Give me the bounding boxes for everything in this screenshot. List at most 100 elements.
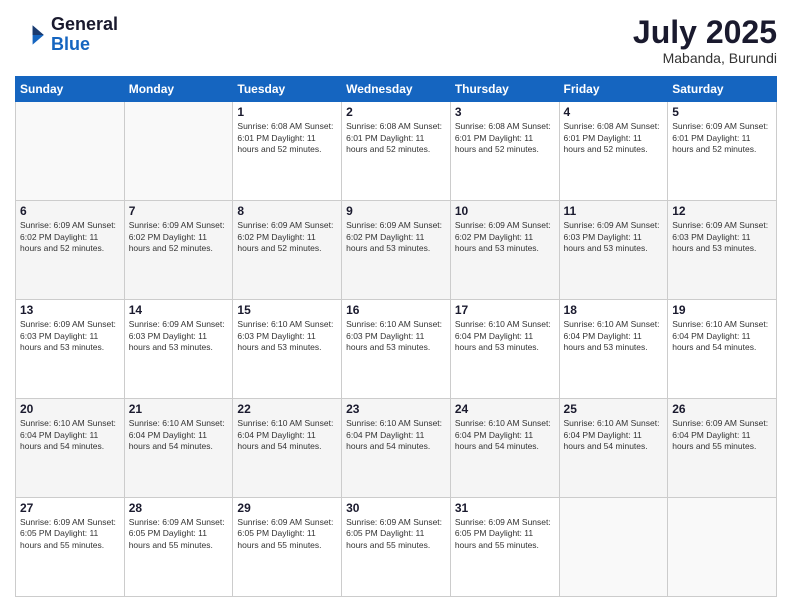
- calendar-cell: 1 Sunrise: 6:08 AM Sunset: 6:01 PM Daylig…: [233, 102, 342, 201]
- calendar-cell: [668, 498, 777, 597]
- day-info: Sunrise: 6:09 AM Sunset: 6:03 PM Dayligh…: [564, 220, 664, 254]
- day-of-week-header: Monday: [124, 77, 233, 102]
- day-number: 13: [20, 303, 120, 317]
- calendar-cell: 29 Sunrise: 6:09 AM Sunset: 6:05 PM Dayli…: [233, 498, 342, 597]
- day-info: Sunrise: 6:08 AM Sunset: 6:01 PM Dayligh…: [237, 121, 337, 155]
- day-number: 23: [346, 402, 446, 416]
- day-number: 14: [129, 303, 229, 317]
- day-number: 16: [346, 303, 446, 317]
- day-number: 10: [455, 204, 555, 218]
- day-info: Sunrise: 6:09 AM Sunset: 6:02 PM Dayligh…: [237, 220, 337, 254]
- calendar-cell: 27Sunrise: 6:09 AM Sunset: 6:05 PM Dayli…: [16, 498, 125, 597]
- calendar-cell: 19 Sunrise: 6:10 AM Sunset: 6:04 PM Dayli…: [668, 300, 777, 399]
- calendar-cell: 15 Sunrise: 6:10 AM Sunset: 6:03 PM Dayli…: [233, 300, 342, 399]
- day-info: Sunrise: 6:09 AM Sunset: 6:03 PM Dayligh…: [20, 319, 120, 353]
- day-info: Sunrise: 6:10 AM Sunset: 6:03 PM Dayligh…: [346, 319, 446, 353]
- day-number: 8: [237, 204, 337, 218]
- calendar-cell: 10 Sunrise: 6:09 AM Sunset: 6:02 PM Dayli…: [450, 201, 559, 300]
- calendar-cell: 22Sunrise: 6:10 AM Sunset: 6:04 PM Dayli…: [233, 399, 342, 498]
- day-info: Sunrise: 6:08 AM Sunset: 6:01 PM Dayligh…: [346, 121, 446, 155]
- month-year: July 2025: [633, 15, 777, 50]
- day-info: Sunrise: 6:10 AM Sunset: 6:04 PM Dayligh…: [672, 319, 772, 353]
- day-number: 17: [455, 303, 555, 317]
- calendar-cell: 20 Sunrise: 6:10 AM Sunset: 6:04 PM Dayli…: [16, 399, 125, 498]
- day-number: 5: [672, 105, 772, 119]
- calendar-week-row: 1 Sunrise: 6:08 AM Sunset: 6:01 PM Daylig…: [16, 102, 777, 201]
- calendar-week-row: 13 Sunrise: 6:09 AM Sunset: 6:03 PM Dayli…: [16, 300, 777, 399]
- day-number: 20: [20, 402, 120, 416]
- calendar-cell: 6 Sunrise: 6:09 AM Sunset: 6:02 PM Daylig…: [16, 201, 125, 300]
- calendar-cell: 21 Sunrise: 6:10 AM Sunset: 6:04 PM Dayli…: [124, 399, 233, 498]
- calendar-week-row: 6 Sunrise: 6:09 AM Sunset: 6:02 PM Daylig…: [16, 201, 777, 300]
- calendar-cell: [559, 498, 668, 597]
- calendar-header-row: SundayMondayTuesdayWednesdayThursdayFrid…: [16, 77, 777, 102]
- day-number: 21: [129, 402, 229, 416]
- calendar-cell: 23 Sunrise: 6:10 AM Sunset: 6:04 PM Dayli…: [342, 399, 451, 498]
- calendar-cell: 13 Sunrise: 6:09 AM Sunset: 6:03 PM Dayli…: [16, 300, 125, 399]
- day-of-week-header: Sunday: [16, 77, 125, 102]
- page: General Blue July 2025 Mabanda, Burundi …: [0, 0, 792, 612]
- day-number: 25: [564, 402, 664, 416]
- calendar-cell: 18 Sunrise: 6:10 AM Sunset: 6:04 PM Dayli…: [559, 300, 668, 399]
- day-info: Sunrise: 6:10 AM Sunset: 6:04 PM Dayligh…: [564, 319, 664, 353]
- calendar-cell: 31Sunrise: 6:09 AM Sunset: 6:05 PM Dayli…: [450, 498, 559, 597]
- day-number: 11: [564, 204, 664, 218]
- calendar-cell: 9 Sunrise: 6:09 AM Sunset: 6:02 PM Daylig…: [342, 201, 451, 300]
- day-info: Sunrise: 6:08 AM Sunset: 6:01 PM Dayligh…: [564, 121, 664, 155]
- calendar-cell: 16 Sunrise: 6:10 AM Sunset: 6:03 PM Dayli…: [342, 300, 451, 399]
- calendar-cell: 7Sunrise: 6:09 AM Sunset: 6:02 PM Daylig…: [124, 201, 233, 300]
- day-info: Sunrise: 6:10 AM Sunset: 6:03 PM Dayligh…: [237, 319, 337, 353]
- day-info: Sunrise: 6:09 AM Sunset: 6:03 PM Dayligh…: [129, 319, 229, 353]
- day-number: 9: [346, 204, 446, 218]
- day-info: Sunrise: 6:10 AM Sunset: 6:04 PM Dayligh…: [346, 418, 446, 452]
- day-info: Sunrise: 6:10 AM Sunset: 6:04 PM Dayligh…: [455, 319, 555, 353]
- day-number: 19: [672, 303, 772, 317]
- day-info: Sunrise: 6:09 AM Sunset: 6:02 PM Dayligh…: [455, 220, 555, 254]
- day-number: 1: [237, 105, 337, 119]
- day-info: Sunrise: 6:09 AM Sunset: 6:05 PM Dayligh…: [20, 517, 120, 551]
- calendar-cell: 11 Sunrise: 6:09 AM Sunset: 6:03 PM Dayli…: [559, 201, 668, 300]
- calendar-cell: 12Sunrise: 6:09 AM Sunset: 6:03 PM Dayli…: [668, 201, 777, 300]
- day-info: Sunrise: 6:09 AM Sunset: 6:03 PM Dayligh…: [672, 220, 772, 254]
- calendar-cell: 2Sunrise: 6:08 AM Sunset: 6:01 PM Daylig…: [342, 102, 451, 201]
- day-info: Sunrise: 6:09 AM Sunset: 6:01 PM Dayligh…: [672, 121, 772, 155]
- day-info: Sunrise: 6:10 AM Sunset: 6:04 PM Dayligh…: [20, 418, 120, 452]
- day-number: 15: [237, 303, 337, 317]
- day-number: 29: [237, 501, 337, 515]
- calendar-cell: 25Sunrise: 6:10 AM Sunset: 6:04 PM Dayli…: [559, 399, 668, 498]
- calendar-cell: [16, 102, 125, 201]
- calendar-cell: 5 Sunrise: 6:09 AM Sunset: 6:01 PM Daylig…: [668, 102, 777, 201]
- day-number: 6: [20, 204, 120, 218]
- day-info: Sunrise: 6:10 AM Sunset: 6:04 PM Dayligh…: [129, 418, 229, 452]
- calendar-cell: 24 Sunrise: 6:10 AM Sunset: 6:04 PM Dayli…: [450, 399, 559, 498]
- day-info: Sunrise: 6:09 AM Sunset: 6:05 PM Dayligh…: [455, 517, 555, 551]
- calendar-cell: 4Sunrise: 6:08 AM Sunset: 6:01 PM Daylig…: [559, 102, 668, 201]
- day-of-week-header: Wednesday: [342, 77, 451, 102]
- day-of-week-header: Thursday: [450, 77, 559, 102]
- day-number: 7: [129, 204, 229, 218]
- day-info: Sunrise: 6:09 AM Sunset: 6:05 PM Dayligh…: [237, 517, 337, 551]
- logo-icon: [15, 19, 47, 51]
- day-info: Sunrise: 6:08 AM Sunset: 6:01 PM Dayligh…: [455, 121, 555, 155]
- day-info: Sunrise: 6:09 AM Sunset: 6:04 PM Dayligh…: [672, 418, 772, 452]
- calendar-week-row: 27Sunrise: 6:09 AM Sunset: 6:05 PM Dayli…: [16, 498, 777, 597]
- day-number: 28: [129, 501, 229, 515]
- calendar-week-row: 20 Sunrise: 6:10 AM Sunset: 6:04 PM Dayli…: [16, 399, 777, 498]
- calendar-cell: 3 Sunrise: 6:08 AM Sunset: 6:01 PM Daylig…: [450, 102, 559, 201]
- day-number: 3: [455, 105, 555, 119]
- day-info: Sunrise: 6:09 AM Sunset: 6:05 PM Dayligh…: [129, 517, 229, 551]
- day-number: 18: [564, 303, 664, 317]
- day-of-week-header: Saturday: [668, 77, 777, 102]
- day-info: Sunrise: 6:10 AM Sunset: 6:04 PM Dayligh…: [455, 418, 555, 452]
- calendar-cell: 8 Sunrise: 6:09 AM Sunset: 6:02 PM Daylig…: [233, 201, 342, 300]
- calendar-cell: 26Sunrise: 6:09 AM Sunset: 6:04 PM Dayli…: [668, 399, 777, 498]
- day-info: Sunrise: 6:09 AM Sunset: 6:02 PM Dayligh…: [20, 220, 120, 254]
- calendar-cell: [124, 102, 233, 201]
- calendar-cell: 30 Sunrise: 6:09 AM Sunset: 6:05 PM Dayli…: [342, 498, 451, 597]
- logo-text: General Blue: [51, 15, 118, 55]
- calendar-cell: 17 Sunrise: 6:10 AM Sunset: 6:04 PM Dayli…: [450, 300, 559, 399]
- day-info: Sunrise: 6:09 AM Sunset: 6:05 PM Dayligh…: [346, 517, 446, 551]
- day-number: 24: [455, 402, 555, 416]
- day-number: 30: [346, 501, 446, 515]
- day-info: Sunrise: 6:09 AM Sunset: 6:02 PM Dayligh…: [346, 220, 446, 254]
